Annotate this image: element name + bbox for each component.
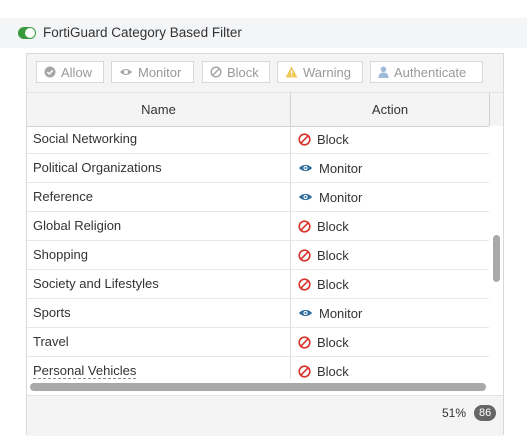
column-divider bbox=[290, 183, 291, 211]
action-label: Monitor bbox=[319, 189, 363, 205]
action-label: Monitor bbox=[319, 305, 363, 321]
category-name: Global Religion bbox=[33, 218, 122, 233]
eye-icon bbox=[298, 192, 313, 202]
category-action[interactable]: Block bbox=[298, 357, 349, 379]
column-divider bbox=[290, 328, 291, 356]
table-row[interactable]: Travel Block bbox=[27, 328, 489, 357]
warning-button-label: Warning bbox=[303, 64, 351, 80]
category-action[interactable]: Block bbox=[298, 328, 349, 356]
section-title: FortiGuard Category Based Filter bbox=[43, 25, 242, 40]
authenticate-button[interactable]: Authenticate bbox=[370, 61, 483, 83]
category-table-body: Social Networking Block Political Organiza… bbox=[27, 126, 489, 379]
action-label: Block bbox=[317, 218, 349, 234]
category-filter-panel: Allow Monitor Block Warning Authenticate bbox=[26, 53, 504, 436]
table-row[interactable]: Sports Monitor bbox=[27, 299, 489, 328]
eye-icon bbox=[119, 67, 133, 77]
table-header: Name Action bbox=[27, 93, 503, 127]
eye-icon bbox=[298, 308, 313, 318]
category-action[interactable]: Monitor bbox=[298, 183, 362, 211]
column-divider bbox=[290, 126, 291, 153]
filter-section-header: FortiGuard Category Based Filter bbox=[0, 18, 527, 48]
authenticate-button-label: Authenticate bbox=[394, 64, 467, 80]
eye-icon bbox=[298, 163, 313, 173]
action-label: Block bbox=[317, 363, 349, 379]
horizontal-scrollbar[interactable] bbox=[27, 380, 489, 394]
column-divider bbox=[290, 241, 291, 269]
action-label: Monitor bbox=[319, 160, 363, 176]
block-icon bbox=[298, 132, 311, 146]
column-divider bbox=[290, 212, 291, 240]
allow-button[interactable]: Allow bbox=[36, 61, 104, 83]
category-name: Reference bbox=[33, 189, 93, 204]
category-name: Personal Vehicles bbox=[33, 363, 137, 379]
horizontal-scroll-thumb[interactable] bbox=[30, 383, 486, 391]
entry-count-badge: 86 bbox=[474, 405, 497, 421]
table-row[interactable]: Global Religion Block bbox=[27, 212, 489, 241]
check-circle-icon bbox=[44, 66, 56, 78]
table-row[interactable]: Personal Vehicles Block bbox=[27, 357, 489, 379]
column-divider bbox=[290, 270, 291, 298]
allow-button-label: Allow bbox=[61, 64, 93, 80]
scroll-percent: 51% bbox=[442, 406, 467, 420]
user-icon bbox=[378, 66, 389, 78]
table-row[interactable]: Shopping Block bbox=[27, 241, 489, 270]
category-name: Sports bbox=[33, 305, 71, 320]
block-icon bbox=[298, 364, 311, 378]
category-name: Travel bbox=[33, 334, 69, 349]
column-header-action[interactable]: Action bbox=[291, 93, 490, 126]
table-footer: 51% 86 bbox=[27, 395, 503, 436]
table-row[interactable]: Political Organizations Monitor bbox=[27, 154, 489, 183]
category-action[interactable]: Block bbox=[298, 241, 349, 269]
category-action[interactable]: Block bbox=[298, 270, 349, 298]
monitor-button-label: Monitor bbox=[138, 64, 182, 80]
action-label: Block bbox=[317, 247, 349, 263]
column-divider bbox=[290, 299, 291, 327]
category-action[interactable]: Monitor bbox=[298, 299, 362, 327]
category-name: Social Networking bbox=[33, 131, 138, 146]
category-action[interactable]: Monitor bbox=[298, 154, 362, 182]
vertical-scroll-thumb[interactable] bbox=[493, 235, 500, 282]
block-icon bbox=[298, 219, 311, 233]
block-icon bbox=[298, 277, 311, 291]
category-action[interactable]: Block bbox=[298, 212, 349, 240]
category-name: Shopping bbox=[33, 247, 88, 262]
column-divider bbox=[290, 154, 291, 182]
action-label: Block bbox=[317, 131, 349, 147]
column-header-name[interactable]: Name bbox=[27, 93, 291, 126]
block-button[interactable]: Block bbox=[202, 61, 270, 83]
monitor-button[interactable]: Monitor bbox=[111, 61, 194, 83]
category-name: Society and Lifestyles bbox=[33, 276, 159, 291]
column-divider bbox=[290, 357, 291, 379]
warning-icon bbox=[285, 66, 298, 78]
table-row[interactable]: Society and Lifestyles Block bbox=[27, 270, 489, 299]
category-filter-toggle[interactable] bbox=[18, 27, 36, 39]
table-row[interactable]: Reference Monitor bbox=[27, 183, 489, 212]
block-icon bbox=[298, 248, 311, 262]
action-toolbar: Allow Monitor Block Warning Authenticate bbox=[27, 54, 503, 93]
action-label: Block bbox=[317, 276, 349, 292]
category-name: Political Organizations bbox=[33, 160, 162, 175]
action-label: Block bbox=[317, 334, 349, 350]
category-action[interactable]: Block bbox=[298, 126, 349, 153]
warning-button[interactable]: Warning bbox=[277, 61, 363, 83]
vertical-scrollbar[interactable] bbox=[489, 126, 503, 379]
block-icon bbox=[210, 66, 222, 78]
block-icon bbox=[298, 335, 311, 349]
table-row[interactable]: Social Networking Block bbox=[27, 126, 489, 154]
block-button-label: Block bbox=[227, 64, 259, 80]
